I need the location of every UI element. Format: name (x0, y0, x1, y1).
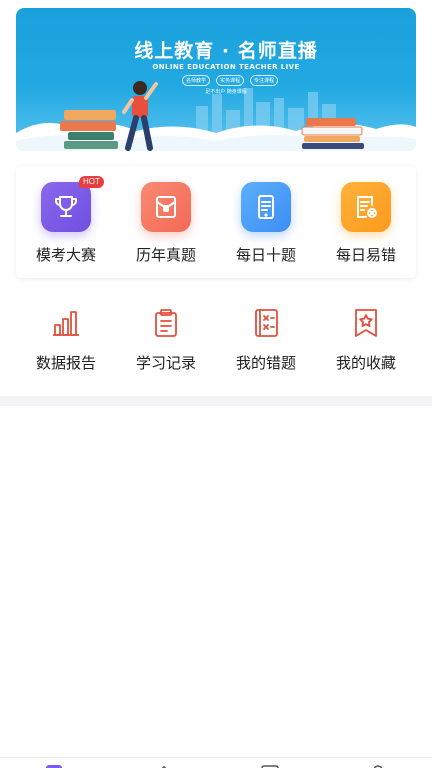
section-divider (0, 396, 432, 406)
grid-item-daily-errors[interactable]: 每日易错 (316, 166, 416, 265)
tab-home-icon[interactable] (44, 763, 64, 768)
grid-item-label: 学习记录 (135, 354, 196, 372)
banner-tag: 实务课程 (215, 75, 244, 86)
promo-banner[interactable]: 线上教育 · 名师直播 ONLINE EDUCATION TEACHER LIV… (16, 8, 416, 151)
grid-item-label: 历年真题 (135, 246, 196, 264)
error-note-icon (341, 182, 391, 232)
secondary-menu: 数据报告 学习记录 我的错题 我的收藏 (16, 306, 416, 373)
tab-course-icon[interactable] (154, 763, 174, 768)
banner-tags: 名师教学 实务课程 专注课程 (170, 75, 290, 86)
grid-item-my-favorites[interactable]: 我的收藏 (316, 306, 416, 373)
hot-badge: HOT (79, 176, 104, 188)
grid-item-label: 每日十题 (235, 246, 296, 264)
bar-chart-icon (49, 306, 83, 340)
grid-item-data-report[interactable]: 数据报告 (16, 306, 116, 373)
grid-item-label: 我的错题 (235, 354, 296, 372)
trophy-icon (41, 182, 91, 232)
wrong-questions-icon (249, 306, 283, 340)
grid-item-past-exams[interactable]: 历年真题 (116, 166, 216, 265)
books-illustration-right (301, 118, 364, 149)
grid-item-label: 数据报告 (35, 354, 96, 372)
tablet-icon (241, 182, 291, 232)
clipboard-icon (149, 306, 183, 340)
banner-tag: 名师教学 (181, 75, 210, 86)
banner-tag: 专注课程 (250, 75, 279, 86)
grid-item-my-mistakes[interactable]: 我的错题 (216, 306, 316, 373)
banner-tagline: 足不出户 随身课程 (205, 89, 247, 95)
banner-title: 线上教育 · 名师直播 (134, 40, 318, 62)
student-illustration (122, 81, 158, 151)
grid-item-label: 每日易错 (335, 246, 396, 264)
grid-item-study-record[interactable]: 学习记录 (116, 306, 216, 373)
tab-question-icon[interactable] (260, 763, 280, 768)
tab-profile-icon[interactable] (368, 763, 388, 768)
grid-item-label: 模考大赛 (35, 246, 96, 264)
folder-icon (141, 182, 191, 232)
banner-subtitle: ONLINE EDUCATION TEACHER LIVE (152, 63, 300, 71)
grid-item-mock-exam[interactable]: HOT 模考大赛 (16, 166, 116, 265)
feature-card: HOT 模考大赛 历年真题 每日十题 每日易错 (16, 166, 416, 278)
bottom-tab-bar (0, 757, 432, 768)
bookmark-star-icon (349, 306, 383, 340)
grid-item-daily-ten[interactable]: 每日十题 (216, 166, 316, 265)
grid-item-label: 我的收藏 (335, 354, 396, 372)
